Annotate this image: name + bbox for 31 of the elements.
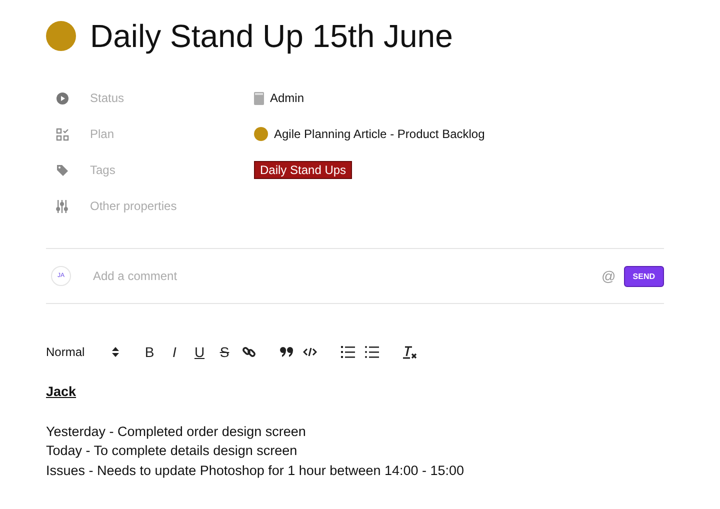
tag[interactable]: Daily Stand Ups xyxy=(254,161,352,179)
status-badge-icon xyxy=(254,92,264,104)
note-line: Yesterday - Completed order design screen xyxy=(46,422,307,441)
note-heading: Jack xyxy=(46,383,78,401)
status-icon xyxy=(56,92,69,104)
ordered-list-icon[interactable] xyxy=(341,346,355,358)
plan-link[interactable]: Agile Planning Article - Product Backlog xyxy=(274,127,485,141)
property-label: Status xyxy=(90,91,126,105)
format-toggle[interactable]: U xyxy=(192,344,207,360)
sliders-icon xyxy=(56,200,68,212)
note-line: Today - To complete details design screen xyxy=(46,442,298,460)
property-label: Tags xyxy=(90,163,116,177)
quote-icon[interactable] xyxy=(280,347,293,357)
note-line: Issues - Needs to update Photoshop for 1 hour between 14:00 - 15:00 xyxy=(46,462,466,480)
bullet-list-icon[interactable] xyxy=(365,346,379,358)
format-dropdown[interactable]: Normal xyxy=(46,345,112,359)
format-toggle[interactable]: B xyxy=(142,344,157,360)
property-label: Other properties xyxy=(90,199,178,213)
format-toggle[interactable]: I xyxy=(167,344,182,360)
send-button[interactable]: SEND xyxy=(624,266,664,286)
up-down-caret-icon[interactable] xyxy=(112,347,119,357)
comment-field[interactable]: Add a comment xyxy=(91,268,602,284)
page-title: Daily Stand Up 15th June xyxy=(90,18,453,54)
link-icon[interactable] xyxy=(242,345,256,359)
code-icon[interactable] xyxy=(303,347,317,357)
format-toggle[interactable]: S xyxy=(217,344,232,360)
clear-format-icon[interactable] xyxy=(403,346,417,358)
property-label: Plan xyxy=(90,127,116,141)
grid-check-icon xyxy=(56,128,69,140)
tag-icon xyxy=(56,164,69,176)
status-value[interactable]: Admin xyxy=(270,91,304,105)
